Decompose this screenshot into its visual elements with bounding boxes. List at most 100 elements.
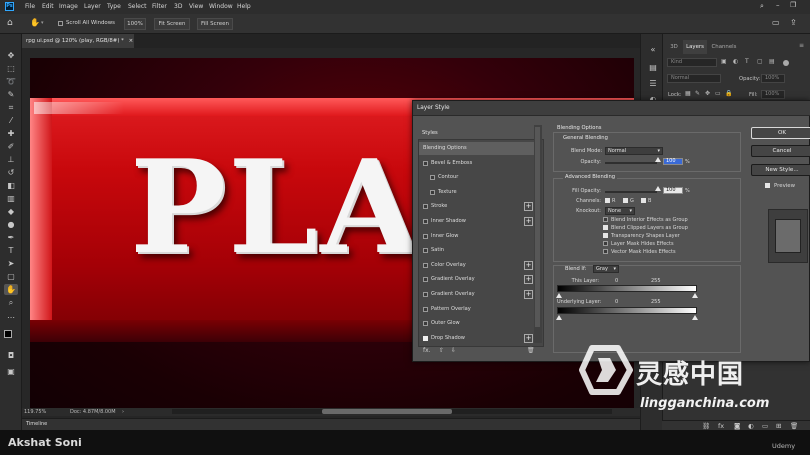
- preview-checkbox[interactable]: [765, 183, 770, 188]
- scroll-all-windows-checkbox[interactable]: [58, 21, 63, 26]
- workspace-icon[interactable]: ▭: [772, 18, 780, 27]
- status-arrow-icon[interactable]: ›: [122, 409, 124, 415]
- new-adjustment-icon[interactable]: ◐: [748, 422, 754, 430]
- channel-r-checkbox[interactable]: [605, 198, 610, 203]
- dodge-tool-icon[interactable]: ●: [4, 219, 18, 230]
- clone-stamp-tool-icon[interactable]: ⊥: [4, 154, 18, 165]
- zoom-tool-icon[interactable]: ⌕: [4, 297, 18, 308]
- fx-menu-icon[interactable]: fx.: [423, 347, 431, 354]
- blur-tool-icon[interactable]: ◆: [4, 206, 18, 217]
- move-down-icon[interactable]: ⇩: [451, 347, 456, 354]
- cancel-button[interactable]: Cancel: [751, 145, 810, 157]
- lock-all-icon[interactable]: 🔒: [725, 90, 732, 97]
- tool-preset-chevron-icon[interactable]: ▾: [41, 20, 44, 26]
- style-item-checkbox[interactable]: [423, 335, 428, 341]
- this-layer-black-knob[interactable]: [556, 293, 562, 298]
- advanced-option-checkbox[interactable]: [603, 241, 608, 246]
- style-item-checkbox[interactable]: [423, 321, 428, 327]
- style-item-checkbox[interactable]: [423, 233, 428, 239]
- style-item-checkbox[interactable]: [423, 292, 428, 297]
- shape-tool-icon[interactable]: ▢: [4, 271, 18, 282]
- new-group-icon[interactable]: ▭: [762, 422, 768, 430]
- menu-type[interactable]: Type: [107, 3, 121, 10]
- dialog-titlebar[interactable]: Layer Style: [413, 101, 810, 116]
- opacity-slider-knob[interactable]: [655, 157, 661, 162]
- delete-effect-icon[interactable]: 🗑: [527, 347, 535, 354]
- menu-edit[interactable]: Edit: [42, 3, 54, 10]
- style-item[interactable]: Gradient Overlay +: [419, 273, 535, 286]
- filter-type-icon[interactable]: T: [745, 58, 749, 65]
- fill-opacity-slider[interactable]: [605, 191, 657, 193]
- advanced-option-checkbox[interactable]: [603, 217, 608, 222]
- style-item[interactable]: Blending Options: [419, 142, 535, 155]
- style-item[interactable]: Satin: [419, 244, 535, 257]
- quick-select-tool-icon[interactable]: ✎: [4, 89, 18, 100]
- search-icon[interactable]: ⌕: [760, 2, 764, 11]
- crop-tool-icon[interactable]: ⌗: [4, 102, 18, 113]
- new-layer-icon[interactable]: ⊞: [776, 422, 781, 430]
- eyedropper-tool-icon[interactable]: ⁄: [4, 115, 18, 126]
- style-item[interactable]: Gradient Overlay +: [419, 288, 535, 301]
- blend-mode-dropdown[interactable]: Normal ▾: [605, 147, 663, 155]
- new-style-button[interactable]: New Style...: [751, 164, 810, 176]
- link-layers-icon[interactable]: ⛓: [702, 422, 710, 430]
- styles-header[interactable]: Styles: [422, 130, 438, 136]
- style-item[interactable]: Stroke +: [419, 200, 535, 213]
- opacity-input[interactable]: 100: [663, 158, 683, 165]
- add-effect-plus-icon[interactable]: +: [524, 260, 533, 270]
- share-icon[interactable]: ⇪: [790, 18, 797, 27]
- add-effect-plus-icon[interactable]: +: [524, 202, 533, 212]
- doc-info[interactable]: Doc: 4.87M/8.00M: [70, 409, 116, 415]
- opacity-slider[interactable]: [605, 162, 657, 164]
- foreground-color-swatch[interactable]: [4, 330, 12, 338]
- tab-3d[interactable]: 3D: [667, 40, 681, 54]
- zoom-level[interactable]: 119.75%: [24, 409, 46, 415]
- style-item-checkbox[interactable]: [423, 262, 428, 268]
- style-item[interactable]: Outer Glow: [419, 317, 535, 330]
- channel-g-checkbox[interactable]: [623, 198, 628, 203]
- style-item[interactable]: Contour: [419, 171, 535, 184]
- timeline-label[interactable]: Timeline: [26, 421, 47, 427]
- healing-brush-tool-icon[interactable]: ✚: [4, 128, 18, 139]
- history-panel-icon[interactable]: ▤: [646, 62, 660, 73]
- this-layer-white-knob[interactable]: [692, 293, 698, 298]
- path-selection-tool-icon[interactable]: ➤: [4, 258, 18, 269]
- lock-transparent-icon[interactable]: ▦: [685, 90, 691, 97]
- add-effect-plus-icon[interactable]: +: [524, 290, 533, 299]
- type-tool-icon[interactable]: T: [4, 245, 18, 256]
- tab-layers[interactable]: Layers: [683, 40, 707, 54]
- gradient-tool-icon[interactable]: ▥: [4, 193, 18, 204]
- style-item-checkbox[interactable]: [430, 175, 435, 181]
- style-item-checkbox[interactable]: [423, 248, 428, 254]
- horizontal-scroll-thumb[interactable]: [322, 409, 452, 414]
- advanced-option-checkbox[interactable]: [603, 233, 608, 238]
- add-style-icon[interactable]: fx: [718, 422, 724, 430]
- home-icon[interactable]: ⌂: [7, 18, 13, 28]
- brush-tool-icon[interactable]: ✐: [4, 141, 18, 152]
- style-item-checkbox[interactable]: [423, 277, 428, 283]
- restore-icon[interactable]: ❐: [790, 1, 796, 9]
- menu-3d[interactable]: 3D: [174, 3, 182, 10]
- knockout-dropdown[interactable]: None ▾: [605, 207, 635, 215]
- style-item[interactable]: Inner Shadow +: [419, 215, 535, 228]
- lock-artboard-icon[interactable]: ▭: [715, 90, 721, 97]
- filter-adjustment-icon[interactable]: ◐: [733, 58, 738, 65]
- underlying-black-knob[interactable]: [556, 315, 562, 320]
- menu-image[interactable]: Image: [59, 3, 78, 10]
- style-item[interactable]: Drop Shadow +: [419, 332, 535, 345]
- blend-if-dropdown[interactable]: Gray ▾: [593, 265, 619, 273]
- opacity-field[interactable]: 100%: [761, 74, 785, 83]
- add-effect-plus-icon[interactable]: +: [524, 275, 533, 285]
- layer-kind-filter[interactable]: Kind: [667, 58, 717, 67]
- menu-help[interactable]: Help: [237, 3, 251, 10]
- fill-field[interactable]: 100%: [761, 90, 785, 99]
- style-item[interactable]: Inner Glow: [419, 230, 535, 243]
- document-tab[interactable]: rpg ui.psd @ 120% (play, RGB/8#) * ×: [22, 34, 134, 48]
- marquee-tool-icon[interactable]: ⬚: [4, 63, 18, 74]
- advanced-option-checkbox[interactable]: [603, 249, 608, 254]
- menu-filter[interactable]: Filter: [152, 3, 167, 10]
- style-item-checkbox[interactable]: [423, 306, 428, 312]
- add-effect-plus-icon[interactable]: +: [524, 333, 533, 343]
- style-item-checkbox[interactable]: [423, 204, 428, 210]
- delete-layer-icon[interactable]: 🗑: [790, 422, 798, 430]
